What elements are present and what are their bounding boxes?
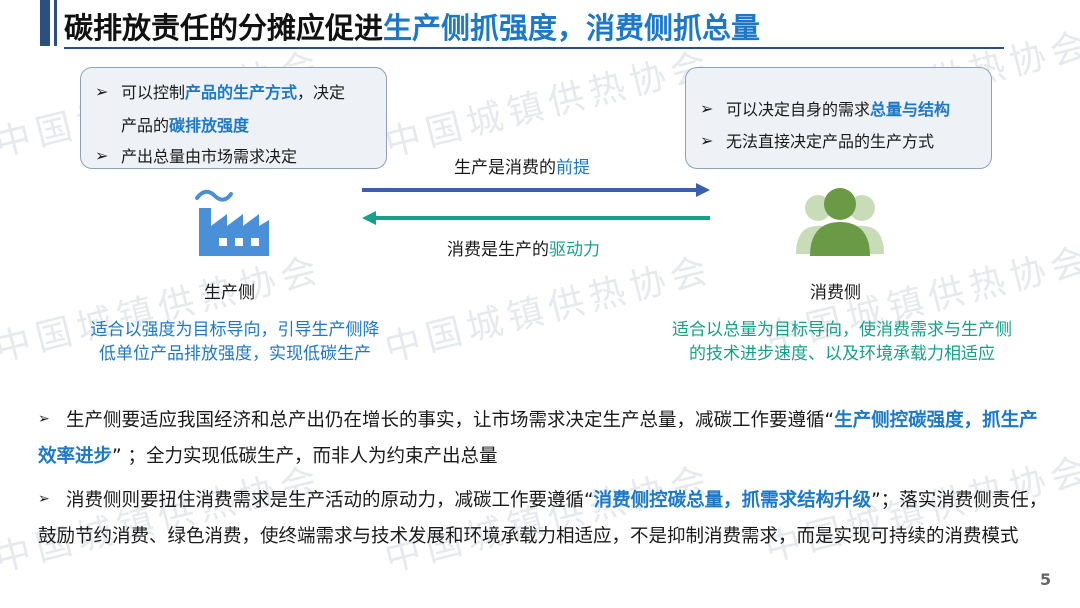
consumer-label: 消费侧 — [810, 283, 861, 303]
arrow-left — [362, 211, 710, 225]
arrow-right — [362, 183, 710, 197]
consumer-guidance: 适合以总量为目标导向，使消费需求与生产侧 的技术进步速度、以及环境承载力相适应 — [672, 320, 1012, 364]
title-underline — [64, 47, 1004, 49]
producer-label: 生产侧 — [204, 283, 255, 303]
paragraph-producer: 生产侧要适应我国经济和总产出仍在增长的事实，让市场需求决定生产总量，减碳工作要遵… — [38, 410, 1038, 467]
page-title: 碳排放责任的分摊应促进生产侧抓强度，消费侧抓总量 — [64, 11, 761, 45]
paragraph-consumer: 消费侧则要扭住消费需求是生产活动的原动力，减碳工作要遵循“消费侧控碳总量，抓需求… — [38, 490, 1048, 547]
bullet-icon: ➢ — [95, 146, 109, 165]
producer-guidance: 适合以强度为目标导向，引导生产侧降 低单位产品排放强度，实现低碳生产 — [90, 320, 380, 364]
arrow-label-bottom: 消费是生产的驱动力 — [447, 240, 600, 260]
consumer-box: ➢ 可以决定自身的需求总量与结构 ➢ 无法直接决定产品的生产方式 — [685, 67, 992, 169]
header-accent-bar — [54, 0, 57, 46]
consumer-box-line2: 无法直接决定产品的生产方式 — [726, 132, 935, 151]
producer-box-line3: 产出总量由市场需求决定 — [121, 147, 298, 166]
watermark: 中国城镇供热协会 — [380, 43, 717, 165]
producer-box-line1: 可以控制产品的生产方式，决定 — [121, 83, 346, 102]
person-icon — [796, 188, 884, 256]
arrow-label-top: 生产是消费的前提 — [454, 158, 590, 178]
bullet-icon: ➢ — [95, 82, 109, 101]
header-accent-bar — [40, 0, 50, 46]
factory-icon — [195, 189, 269, 256]
page-number: 5 — [1040, 570, 1052, 589]
bullet-icon: ➢ — [700, 131, 714, 150]
consumer-box-line1: 可以决定自身的需求总量与结构 — [726, 100, 951, 119]
bullet-icon: ➢ — [700, 99, 714, 118]
producer-box: ➢ 可以控制产品的生产方式，决定 产品的碳排放强度 ➢ 产出总量由市场需求决定 — [80, 67, 387, 169]
producer-box-line2: 产品的碳排放强度 — [121, 116, 250, 135]
